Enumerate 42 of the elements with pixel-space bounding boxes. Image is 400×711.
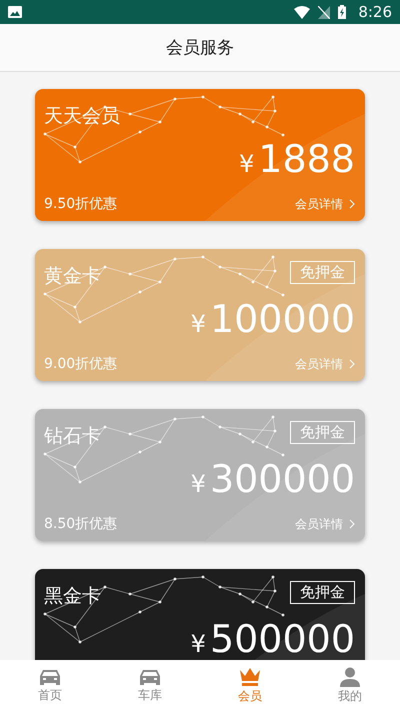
card-price: 500000 — [210, 620, 355, 658]
car-icon — [139, 668, 161, 686]
chevron-icon — [349, 519, 355, 529]
currency-symbol: ¥ — [190, 472, 206, 496]
image-icon — [8, 6, 22, 18]
car-icon — [39, 668, 61, 686]
deposit-free-tag: 免押金 — [290, 581, 355, 604]
no-signal-icon — [318, 6, 330, 18]
currency-symbol: ¥ — [190, 312, 206, 336]
membership-card[interactable]: 黑金卡 免押金 ¥500000 — [35, 569, 365, 660]
details-link[interactable]: 会员详情 — [295, 516, 355, 532]
card-name: 钻石卡 — [44, 424, 101, 449]
crown-icon — [239, 666, 261, 686]
membership-card[interactable]: 黄金卡 免押金 ¥100000 9.00折优惠 会员详情 — [35, 249, 365, 381]
discount-text: 8.50折优惠 — [44, 515, 118, 533]
wifi-icon — [294, 6, 310, 18]
card-name: 天天会员 — [44, 104, 120, 129]
currency-symbol: ¥ — [190, 632, 206, 656]
status-time: 8:26 — [358, 3, 392, 21]
chevron-icon — [349, 199, 355, 209]
currency-symbol: ¥ — [239, 152, 254, 176]
card-name: 黄金卡 — [44, 264, 101, 289]
chevron-icon — [349, 359, 355, 369]
card-price: 1888 — [258, 140, 355, 178]
card-name: 黑金卡 — [44, 584, 101, 609]
membership-card[interactable]: 天天会员 ¥1888 9.50折优惠 会员详情 — [35, 89, 365, 221]
details-link[interactable]: 会员详情 — [295, 196, 355, 212]
nav-tab[interactable]: 会员 — [200, 660, 300, 711]
nav-tab[interactable]: 首页 — [0, 660, 100, 711]
discount-text: 9.00折优惠 — [44, 355, 118, 373]
card-price: 100000 — [210, 300, 355, 338]
deposit-free-tag: 免押金 — [290, 261, 355, 284]
deposit-free-tag: 免押金 — [290, 421, 355, 444]
details-link[interactable]: 会员详情 — [295, 356, 355, 372]
membership-card[interactable]: 钻石卡 免押金 ¥300000 8.50折优惠 会员详情 — [35, 409, 365, 541]
nav-tab[interactable]: 我的 — [300, 660, 400, 711]
page-title: 会员服务 — [166, 37, 234, 59]
battery-charging-icon — [338, 5, 346, 19]
person-icon — [339, 666, 361, 686]
discount-text: 9.50折优惠 — [44, 195, 118, 213]
card-price: 300000 — [210, 460, 355, 498]
nav-tab[interactable]: 车库 — [100, 660, 200, 711]
